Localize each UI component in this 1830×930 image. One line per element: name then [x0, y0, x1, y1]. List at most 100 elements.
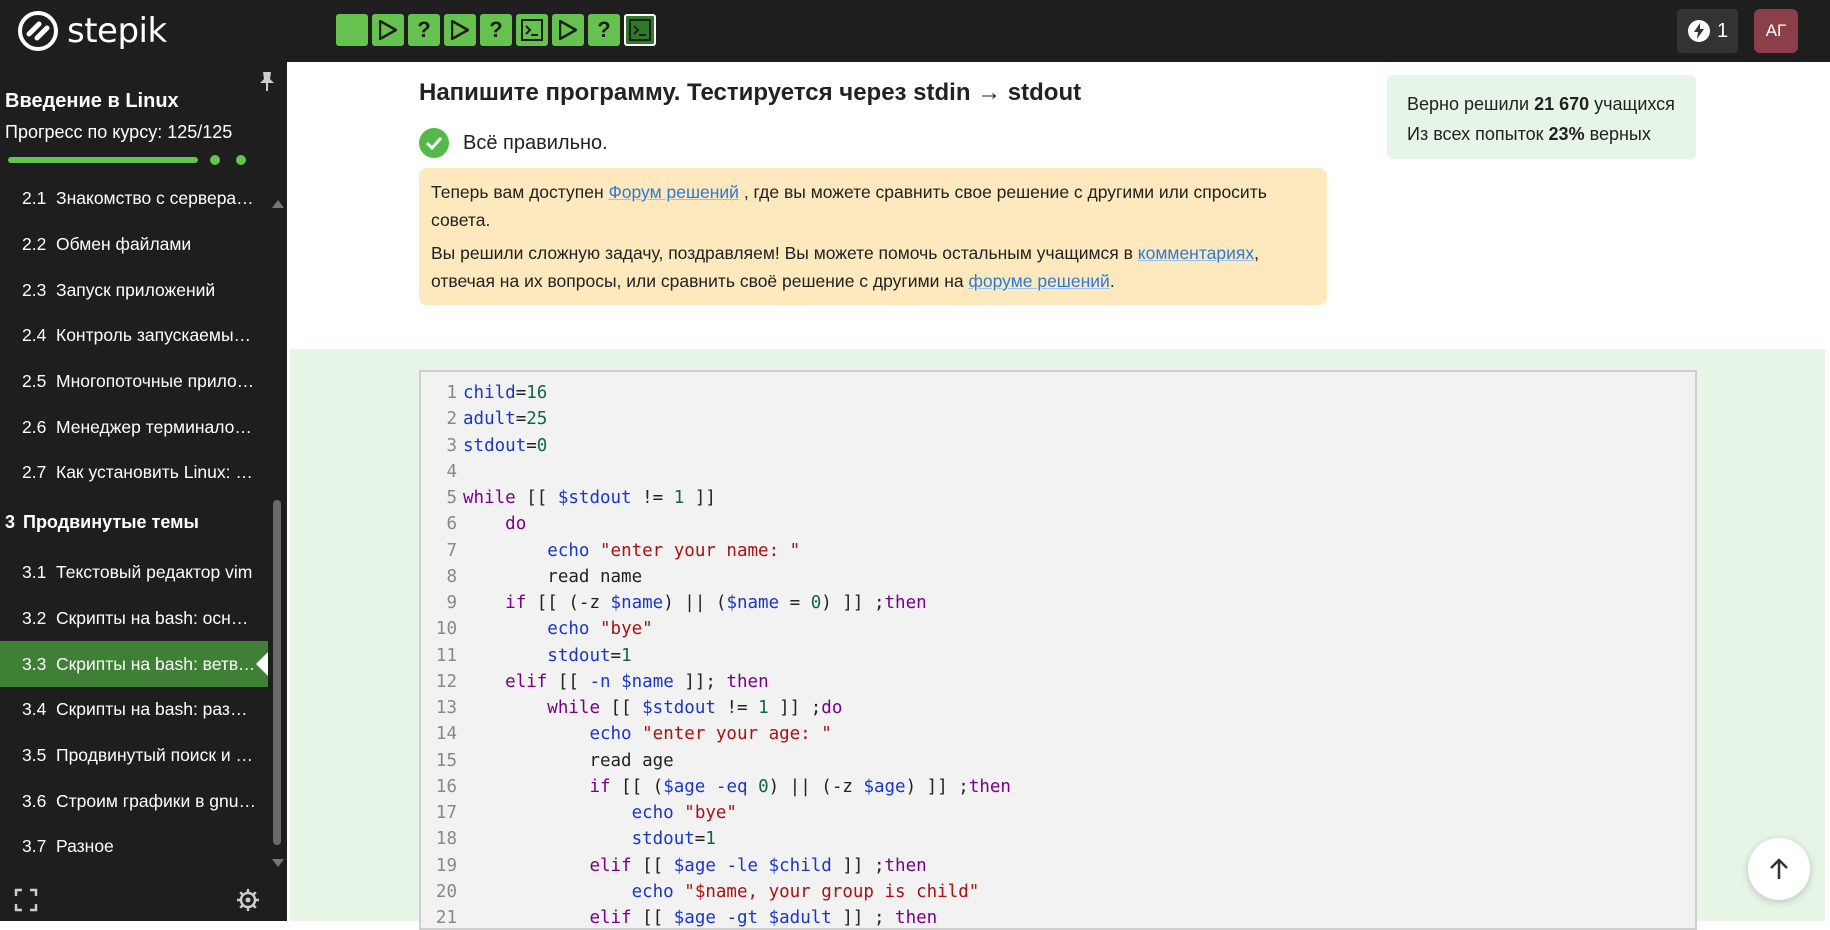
stepik-logo-icon [18, 11, 58, 51]
lesson-number: 2.7 [22, 462, 47, 483]
code-line[interactable]: if [[ ($age -eq 0) || (-z $age) ]] ;then [463, 774, 1011, 800]
lesson-number: 2.5 [22, 371, 47, 392]
lesson-number: 2.2 [22, 234, 47, 255]
code-line[interactable]: read name [463, 564, 1011, 590]
sidebar-section-3[interactable]: 3 Продвинутые темы [0, 496, 270, 550]
code-line[interactable]: echo "enter your age: " [463, 721, 1011, 747]
energy-button[interactable]: 1 [1677, 9, 1738, 53]
lesson-name: Как установить Linux: настоящее [56, 462, 256, 483]
code-editor[interactable]: 1 2 3 4 5 6 7 8 9 10 11 12 13 14 15 16 17 18 19 20 21 child=… [419, 370, 1697, 930]
quiz-icon: ? [417, 17, 431, 42]
lesson-number: 3.2 [22, 607, 47, 628]
code-line[interactable]: elif [[ -n $name ]]; then [463, 669, 1011, 695]
stats-text: Из всех попыток [1407, 124, 1549, 144]
sidebar-lesson-2-6[interactable]: 2.6 Менеджер терминалов tmux [0, 404, 270, 450]
step-7-button[interactable] [552, 14, 584, 46]
progress-marker [236, 155, 246, 165]
line-number: 17 [435, 803, 457, 823]
sidebar-scrollbar-thumb[interactable] [273, 500, 281, 845]
course-progress-bar [8, 155, 270, 165]
pin-icon[interactable] [258, 70, 276, 92]
attempts-percent: 23% [1548, 124, 1585, 144]
step-3-button[interactable]: ? [408, 14, 440, 46]
user-avatar[interactable]: АГ [1754, 9, 1798, 53]
notice-text: Вы решили сложную задачу, поздравляем! В… [431, 243, 1138, 263]
lesson-number: 3.5 [22, 744, 47, 765]
code-line[interactable]: echo "bye" [463, 616, 1011, 642]
code-line[interactable]: echo "enter your name: " [463, 538, 1011, 564]
sidebar-lesson-3-5[interactable]: 3.5 Продвинутый поиск и редактирование [0, 733, 270, 779]
line-number: 2 [446, 409, 457, 430]
sidebar-lesson-3-6[interactable]: 3.6 Строим графики в gnuplot [0, 778, 270, 824]
code-line[interactable] [463, 459, 1011, 485]
step-9-button-current[interactable] [624, 14, 656, 46]
logo-text: stepik [67, 11, 167, 51]
sidebar-lesson-3-1[interactable]: 3.1 Текстовый редактор vim [0, 550, 270, 596]
code-line[interactable]: elif [[ $age -gt $adult ]] ; then [463, 905, 1011, 928]
sidebar-lesson-3-4[interactable]: 3.4 Скрипты на bash: разное [0, 687, 270, 733]
congrats-notice: Вы решили сложную задачу, поздравляем! В… [419, 229, 1327, 305]
sidebar-lesson-3-2[interactable]: 3.2 Скрипты на bash: основы [0, 596, 270, 642]
step-5-button[interactable]: ? [480, 14, 512, 46]
sidebar-lesson-3-3-active[interactable]: 3.3 Скрипты на bash: ветвления и циклы [0, 641, 268, 687]
line-number: 10 [435, 619, 457, 640]
scroll-to-top-button[interactable] [1748, 838, 1810, 900]
code-line[interactable]: echo "$name, your group is child" [463, 879, 1011, 905]
fullscreen-icon[interactable] [14, 888, 38, 912]
sidebar-scroll-up-arrow[interactable] [272, 200, 284, 208]
code-line[interactable]: elif [[ $age -le $child ]] ;then [463, 853, 1011, 879]
code-line[interactable]: do [463, 511, 1011, 537]
line-number: 6 [446, 514, 457, 535]
lesson-name: Скрипты на bash: основы [56, 607, 256, 628]
code-line[interactable]: adult=25 [463, 406, 1011, 432]
lightning-icon [1687, 20, 1710, 42]
sidebar-lesson-2-7[interactable]: 2.7 Как установить Linux: настоящее [0, 450, 270, 496]
code-line[interactable]: stdout=1 [463, 643, 1011, 669]
gear-icon[interactable] [236, 888, 260, 912]
code-line[interactable]: if [[ (-z $name) || ($name = 0) ]] ;then [463, 590, 1011, 616]
lesson-number: 2.1 [22, 188, 47, 209]
stats-text: Верно решили [1407, 94, 1535, 114]
code-line[interactable]: while [[ $stdout != 1 ]] ;do [463, 695, 1011, 721]
step-4-button[interactable] [444, 14, 476, 46]
sidebar-lesson-3-7[interactable]: 3.7 Разное [0, 824, 270, 870]
code-line[interactable]: while [[ $stdout != 1 ]] [463, 485, 1011, 511]
sidebar-lesson-2-2[interactable]: 2.2 Обмен файлами [0, 222, 270, 268]
step-1-button[interactable] [336, 14, 368, 46]
sidebar-scroll-down-arrow[interactable] [272, 859, 284, 867]
code-line[interactable]: stdout=1 [463, 826, 1011, 852]
lesson-list: 2.1 Знакомство с серверами 2.2 Обмен файла… [0, 176, 270, 870]
terminal-icon [629, 19, 651, 41]
lesson-number: 3.6 [22, 790, 47, 811]
arrow-up-icon [1770, 858, 1788, 879]
solutions-forum-link[interactable]: форуме решений [969, 271, 1110, 291]
quiz-icon: ? [597, 17, 611, 42]
line-number: 7 [446, 540, 457, 561]
comments-link[interactable]: комментариях [1138, 243, 1254, 263]
step-2-button[interactable] [372, 14, 404, 46]
code-line[interactable]: child=16 [463, 380, 1011, 406]
line-number: 5 [446, 488, 457, 508]
code-line[interactable]: read age [463, 748, 1011, 774]
sidebar-lesson-2-3[interactable]: 2.3 Запуск приложений [0, 267, 270, 313]
notice-text: Теперь вам доступен [431, 182, 609, 202]
course-title[interactable]: Введение в Linux [5, 90, 179, 113]
lesson-name: Обмен файлами [56, 234, 192, 255]
section-number: 3 [5, 512, 16, 533]
code-line[interactable]: stdout=0 [463, 433, 1011, 459]
lesson-name: Текстовый редактор vim [56, 562, 253, 583]
step-content: Напишите программу. Тестируется через st… [287, 62, 1830, 930]
terminal-icon [521, 19, 543, 41]
stepik-logo[interactable]: stepik [17, 10, 167, 52]
code-content[interactable]: child=16 adult=25 stdout=0 while [[ $stdou… [463, 380, 1011, 928]
solutions-forum-link[interactable]: Форум решений [608, 182, 738, 202]
lesson-name: Скрипты на bash: ветвления и циклы [56, 653, 256, 674]
sidebar-lesson-2-1[interactable]: 2.1 Знакомство с серверами [0, 176, 270, 222]
step-8-button[interactable]: ? [588, 14, 620, 46]
step-6-button[interactable] [516, 14, 548, 46]
sidebar-lesson-2-5[interactable]: 2.5 Многопоточные приложения [0, 359, 270, 405]
code-line[interactable]: echo "bye" [463, 800, 1011, 826]
sidebar-lesson-2-4[interactable]: 2.4 Контроль запускаемых процессов [0, 313, 270, 359]
line-number: 3 [446, 435, 457, 456]
line-number: 19 [435, 855, 457, 876]
